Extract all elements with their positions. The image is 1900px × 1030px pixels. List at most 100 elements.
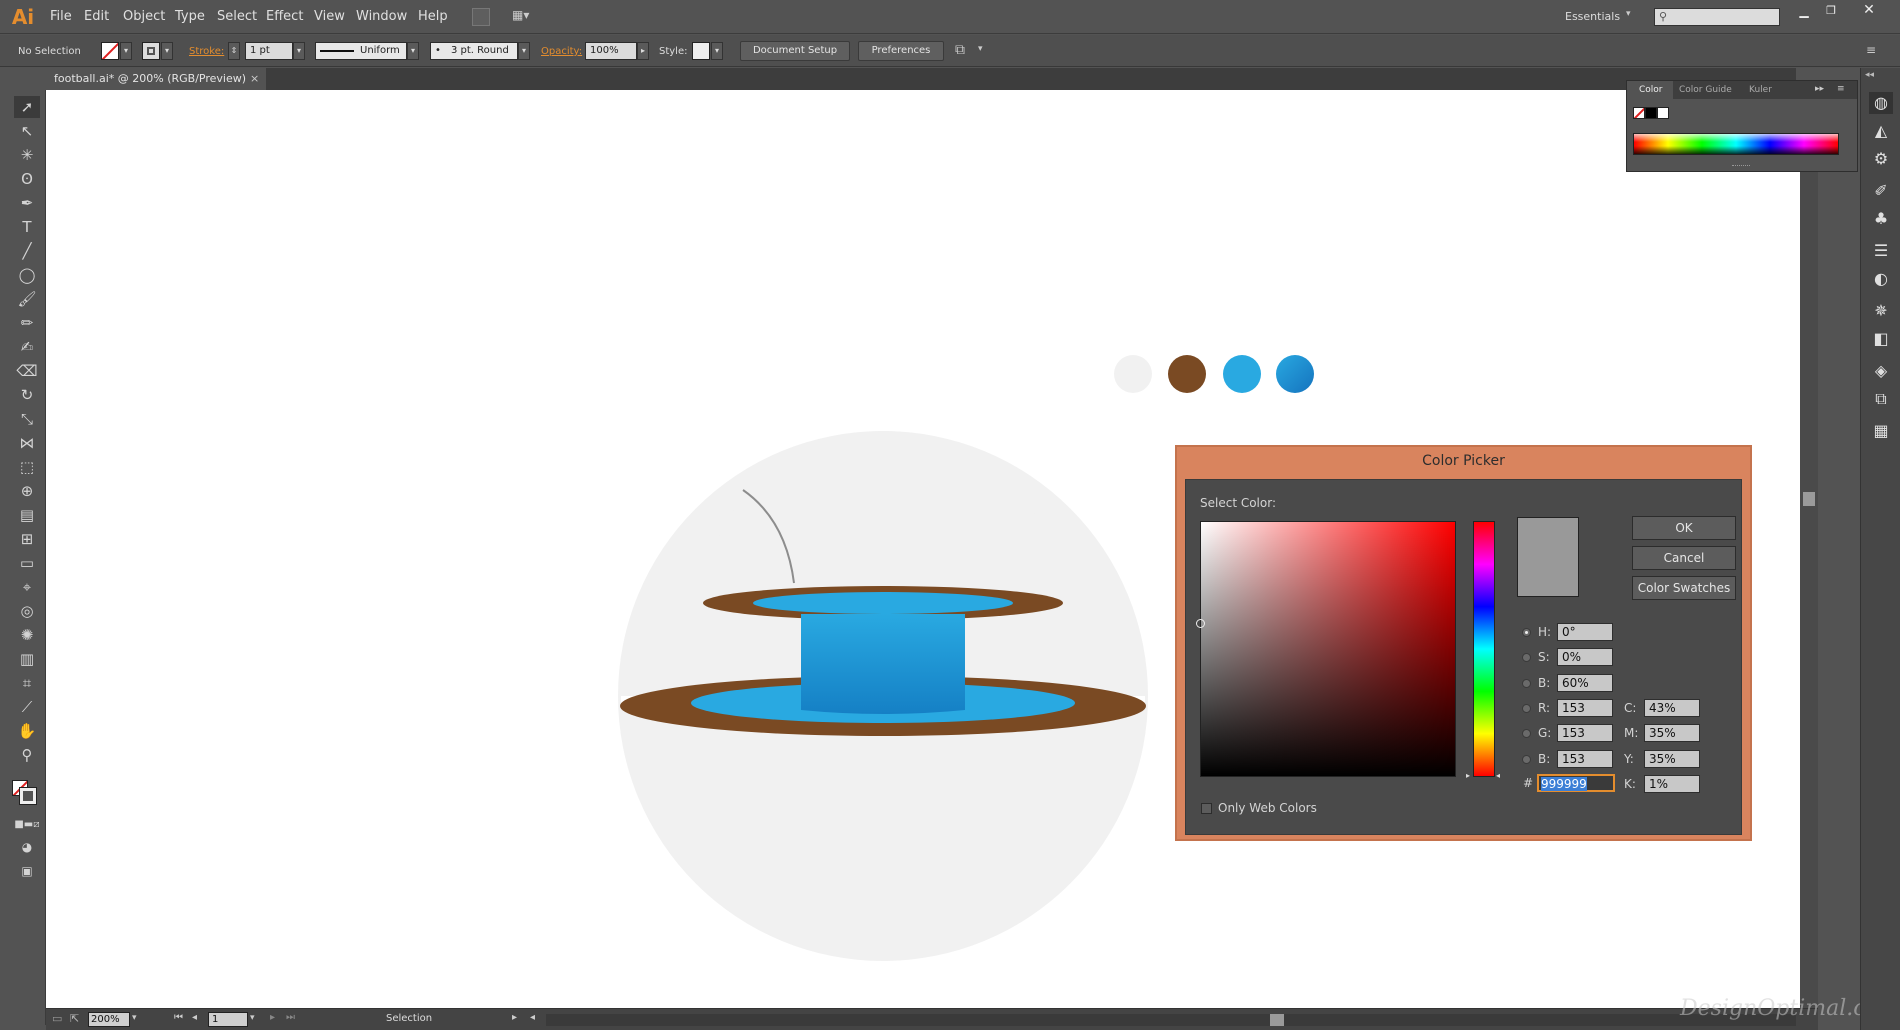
- color-panel-tab-color[interactable]: Color: [1627, 81, 1673, 99]
- arrange-dropdown-icon[interactable]: ▾: [978, 44, 983, 54]
- black-input[interactable]: 1%: [1644, 775, 1700, 793]
- pencil-tool-icon[interactable]: ✏: [14, 312, 40, 334]
- yellow-input[interactable]: 35%: [1644, 750, 1700, 768]
- symbols-panel-icon[interactable]: ♣: [1869, 208, 1893, 230]
- next-artboard-icon[interactable]: ▸: [270, 1012, 275, 1023]
- scale-tool-icon[interactable]: ⤡: [14, 408, 40, 430]
- gradient-tool-icon[interactable]: ▭: [14, 552, 40, 574]
- swatch-dot-brown[interactable]: [1168, 355, 1206, 393]
- blob-brush-tool-icon[interactable]: ✍: [14, 336, 40, 358]
- menu-edit[interactable]: Edit: [84, 9, 109, 24]
- arrange-documents-icon[interactable]: ▦▾: [512, 8, 538, 26]
- layers-panel-icon[interactable]: ◈: [1869, 360, 1893, 382]
- magenta-input[interactable]: 35%: [1644, 724, 1700, 742]
- blue-input[interactable]: 153: [1557, 750, 1613, 768]
- dock-expand-icon[interactable]: ◂◂: [1865, 70, 1874, 80]
- width-tool-icon[interactable]: ⋈: [14, 432, 40, 454]
- horizontal-scroll-thumb[interactable]: [1270, 1014, 1284, 1026]
- hue-input[interactable]: 0°: [1557, 623, 1613, 641]
- hue-radio[interactable]: [1522, 628, 1531, 637]
- artboard-dropdown-icon[interactable]: ▾: [250, 1013, 255, 1023]
- stroke-swatch[interactable]: [142, 42, 160, 60]
- direct-selection-tool-icon[interactable]: ↖: [14, 120, 40, 142]
- menu-select[interactable]: Select: [217, 9, 257, 24]
- menu-object[interactable]: Object: [123, 9, 165, 24]
- blue-radio[interactable]: [1522, 755, 1531, 764]
- menu-window[interactable]: Window: [356, 9, 407, 24]
- opacity-input[interactable]: 100%: [585, 42, 637, 60]
- appearance-panel-icon[interactable]: ◐: [1869, 268, 1893, 290]
- stroke-dropdown-icon[interactable]: ▾: [161, 42, 173, 60]
- ellipse-tool-icon[interactable]: ◯: [14, 264, 40, 286]
- only-web-colors-checkbox[interactable]: [1201, 803, 1212, 814]
- cyan-input[interactable]: 43%: [1644, 699, 1700, 717]
- hue-slider[interactable]: [1473, 521, 1495, 777]
- last-artboard-icon[interactable]: ⏭: [286, 1012, 295, 1023]
- document-tab[interactable]: football.ai* @ 200% (RGB/Preview) ×: [46, 68, 266, 90]
- menu-file[interactable]: File: [50, 9, 72, 24]
- color-panel-resize-handle[interactable]: [1732, 165, 1750, 168]
- horizontal-scrollbar[interactable]: [546, 1014, 1796, 1026]
- workspace-chevron-icon[interactable]: ▾: [1626, 9, 1631, 19]
- ok-button[interactable]: OK: [1632, 516, 1736, 540]
- transparency-panel-icon[interactable]: ◧: [1869, 328, 1893, 350]
- cancel-button[interactable]: Cancel: [1632, 546, 1736, 570]
- color-panel-black-swatch[interactable]: [1645, 107, 1657, 119]
- vertical-scroll-thumb[interactable]: [1803, 492, 1815, 506]
- saturation-radio[interactable]: [1522, 653, 1531, 662]
- menu-type[interactable]: Type: [175, 9, 205, 24]
- color-swatches-button[interactable]: Color Swatches: [1632, 576, 1736, 600]
- document-tab-close-icon[interactable]: ×: [250, 68, 259, 90]
- color-panel-tab-kuler[interactable]: Kuler: [1749, 85, 1772, 95]
- share-icon[interactable]: ⇱: [70, 1012, 79, 1025]
- status-menu-arrow-icon[interactable]: ▸: [512, 1012, 517, 1023]
- profile-dropdown-icon[interactable]: ▾: [407, 42, 419, 60]
- red-radio[interactable]: [1522, 704, 1531, 713]
- brightness-input[interactable]: 60%: [1557, 674, 1613, 692]
- menu-effect[interactable]: Effect: [266, 9, 303, 24]
- magic-wand-tool-icon[interactable]: ✳: [14, 144, 40, 166]
- hue-slider-left-arrow-icon[interactable]: ▸: [1466, 771, 1470, 780]
- brushes-panel-icon[interactable]: ✐: [1869, 180, 1893, 202]
- eyedropper-tool-icon[interactable]: ⌖: [14, 576, 40, 598]
- opacity-arrow-icon[interactable]: ▸: [637, 42, 649, 60]
- center-cylinder[interactable]: [801, 614, 965, 714]
- brush-definition[interactable]: • 3 pt. Round: [430, 42, 518, 60]
- stroke-panel-icon[interactable]: ☰: [1869, 240, 1893, 262]
- hue-slider-right-arrow-icon[interactable]: ◂: [1496, 771, 1500, 780]
- artboard-tool-icon[interactable]: ⌗: [14, 672, 40, 694]
- zoom-tool-icon[interactable]: ⚲: [14, 744, 40, 766]
- zoom-input[interactable]: 200%: [88, 1012, 130, 1027]
- hand-tool-icon[interactable]: ✋: [14, 720, 40, 742]
- artboard-number-input[interactable]: 1: [208, 1012, 248, 1027]
- color-panel-tab-color-guide[interactable]: Color Guide: [1679, 85, 1732, 95]
- style-dropdown-icon[interactable]: ▾: [711, 42, 723, 60]
- bridge-icon[interactable]: [472, 8, 490, 26]
- stroke-weight-input[interactable]: 1 pt: [245, 42, 293, 60]
- current-tool-status[interactable]: Selection: [386, 1013, 432, 1024]
- red-input[interactable]: 153: [1557, 699, 1613, 717]
- close-icon[interactable]: ✕: [1860, 2, 1878, 18]
- perspective-grid-tool-icon[interactable]: ▤: [14, 504, 40, 526]
- drawing-mode-icon[interactable]: ◕: [14, 836, 40, 858]
- graphic-styles-panel-icon[interactable]: ✵: [1869, 300, 1893, 322]
- color-field-marker[interactable]: [1196, 619, 1205, 628]
- previous-artboard-icon[interactable]: ◂: [192, 1012, 197, 1023]
- green-input[interactable]: 153: [1557, 724, 1613, 742]
- color-panel-menu-icon[interactable]: ≡: [1837, 84, 1845, 94]
- stroke-label[interactable]: Stroke:: [189, 46, 224, 57]
- restore-icon[interactable]: ❐: [1822, 4, 1840, 20]
- column-graph-tool-icon[interactable]: ▥: [14, 648, 40, 670]
- color-field[interactable]: [1196, 521, 1456, 777]
- brush-dropdown-icon[interactable]: ▾: [518, 42, 530, 60]
- saturation-input[interactable]: 0%: [1557, 648, 1613, 666]
- swatch-dot-blue-gradient[interactable]: [1276, 355, 1314, 393]
- stroke-stepper-icon[interactable]: ⇕: [228, 42, 240, 60]
- first-artboard-icon[interactable]: ⏮: [174, 1012, 183, 1023]
- grid-panel-icon[interactable]: ▦: [1869, 420, 1893, 442]
- color-panel-collapse-icon[interactable]: ▸▸: [1815, 84, 1824, 94]
- arrange-icon[interactable]: ⧉: [955, 42, 965, 58]
- brightness-radio[interactable]: [1522, 679, 1531, 688]
- vertical-scrollbar[interactable]: [1800, 90, 1818, 1008]
- color-guide-panel-icon[interactable]: ⚙: [1869, 148, 1893, 170]
